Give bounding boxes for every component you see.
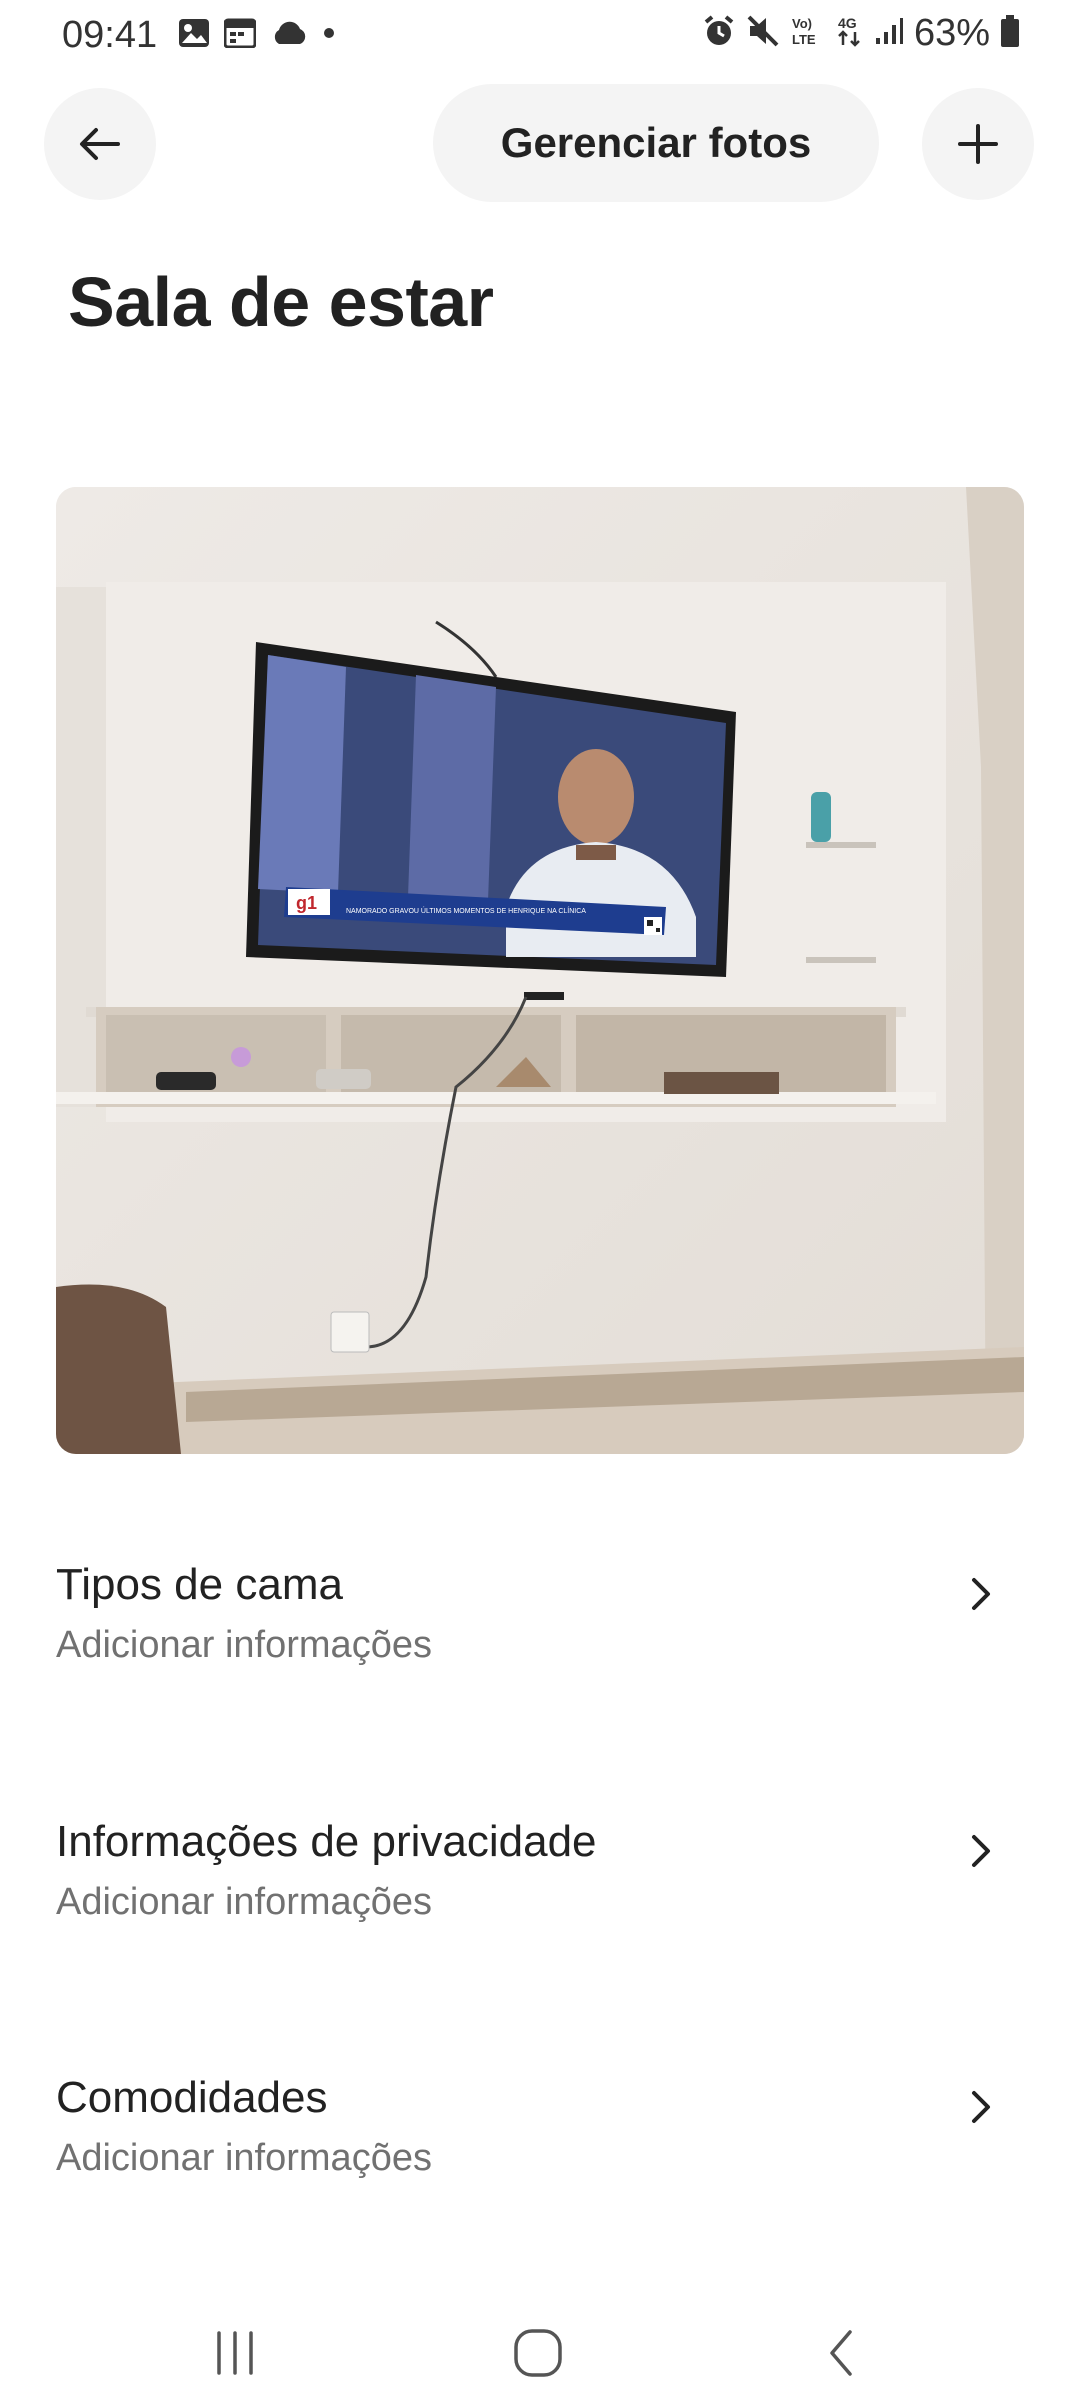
back-button[interactable] [44,88,156,200]
recent-apps-icon[interactable] [200,2318,270,2388]
svg-text:Vo): Vo) [792,16,812,31]
signal-icon [874,16,904,51]
status-right-icons: Vo) LTE 4G 63% [702,12,1020,55]
row-bed-types[interactable]: Tipos de cama Adicionar informações [56,1560,1024,1760]
arrow-left-icon [80,128,120,160]
manage-photos-button[interactable]: Gerenciar fotos [433,84,879,202]
back-nav-icon[interactable] [808,2318,878,2388]
volte-icon: Vo) LTE [790,14,826,53]
plus-icon [958,124,998,164]
chevron-right-icon [972,1835,990,1867]
row-title: Comodidades [56,2073,328,2122]
alarm-icon [702,14,736,53]
dot-icon [322,26,336,45]
row-subtitle: Adicionar informações [56,1881,432,1923]
row-title: Informações de privacidade [56,1817,597,1866]
row-amenities[interactable]: Comodidades Adicionar informações [56,2073,1024,2273]
row-privacy-info[interactable]: Informações de privacidade Adicionar inf… [56,1817,1024,2017]
tv-caption: NAMORADO GRAVOU ÚLTIMOS MOMENTOS DE HENR… [346,906,586,915]
add-button[interactable] [922,88,1034,200]
svg-text:4G: 4G [838,15,857,31]
room-photo[interactable]: g1 NAMORADO GRAVOU ÚLTIMOS MOMENTOS DE H… [56,487,1024,1454]
battery-icon [1000,14,1020,53]
system-nav-bar [0,2300,1080,2407]
tv-logo: g1 [296,893,317,913]
svg-text:LTE: LTE [792,32,816,47]
status-left-icons [178,18,336,53]
status-bar: 09:41 Vo) LTE 4G 63% [0,0,1080,72]
image-icon [178,18,210,53]
mute-icon [746,14,780,53]
row-subtitle: Adicionar informações [56,2137,432,2179]
row-subtitle: Adicionar informações [56,1624,432,1666]
battery-percent: 63% [913,12,990,54]
chevron-right-icon [972,2091,990,2123]
home-icon[interactable] [503,2318,573,2388]
cloud-icon [270,20,308,51]
calendar-icon [223,18,257,53]
4g-icon: 4G [836,14,864,53]
page-title: Sala de estar [68,263,494,341]
row-title: Tipos de cama [56,1560,343,1609]
status-time: 09:41 [62,14,158,56]
chevron-right-icon [972,1578,990,1610]
